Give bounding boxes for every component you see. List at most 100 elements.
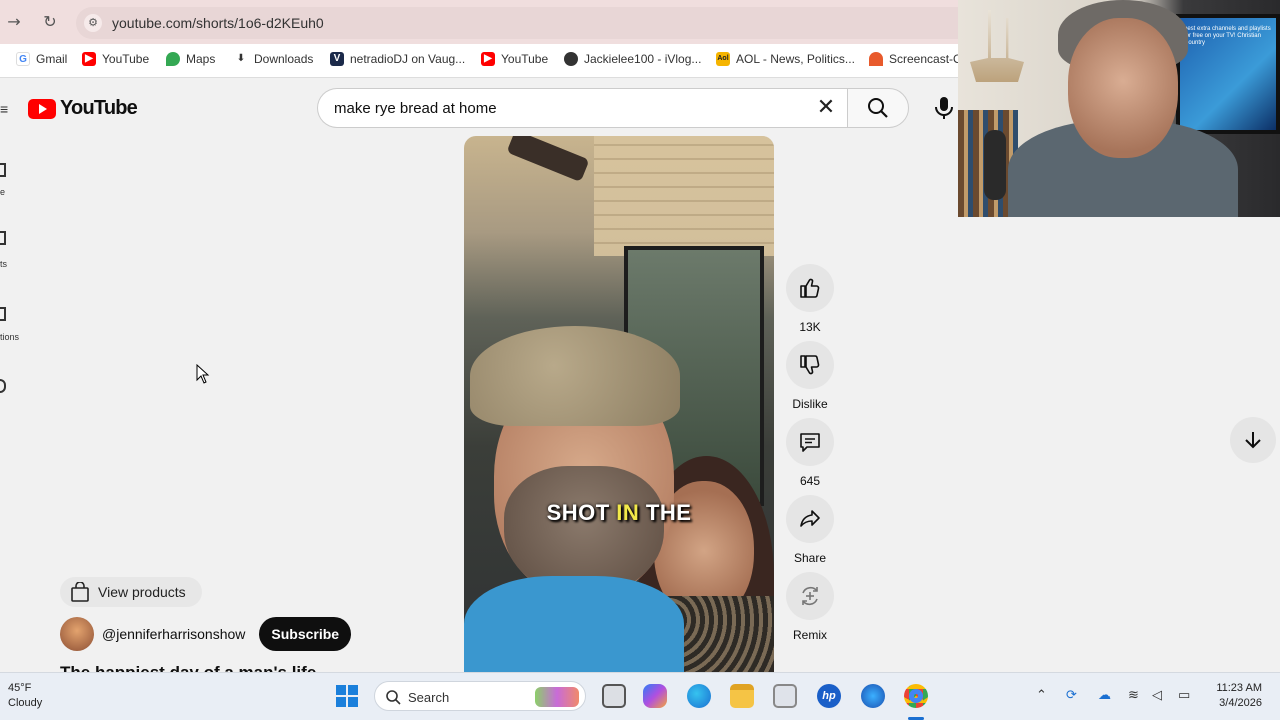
close-icon[interactable]: ✕ — [813, 95, 839, 120]
clock-time: 11:23 AM — [1216, 682, 1262, 694]
copilot-icon[interactable] — [643, 684, 667, 708]
remix-icon — [802, 586, 818, 606]
rail-label-subscriptions[interactable]: tions — [0, 332, 19, 342]
vaughn-icon: V — [330, 52, 344, 66]
view-products-button[interactable]: View products — [60, 577, 202, 607]
search-input[interactable]: make rye bread at home ✕ — [317, 88, 847, 128]
home-icon[interactable] — [0, 163, 6, 177]
chevron-up-icon[interactable]: ⌃ — [1036, 688, 1047, 703]
address-bar[interactable]: ⚙ youtube.com/shorts/1o6-d2KEuh0 — [76, 7, 976, 39]
bookmark-youtube-2[interactable]: ▶ YouTube — [481, 52, 548, 66]
search-icon — [868, 98, 888, 118]
like-count: 13K — [799, 320, 821, 334]
youtube-logo-text: YouTube — [60, 97, 138, 119]
thumbs-down-icon — [800, 355, 820, 375]
bookmark-youtube[interactable]: ▶ YouTube — [82, 52, 149, 66]
bookmark-label: YouTube — [102, 52, 150, 66]
youtube-play-icon — [28, 98, 56, 119]
rail-label-home[interactable]: e — [0, 187, 5, 197]
chrome-icon[interactable] — [904, 684, 928, 708]
search-query: make rye bread at home — [334, 100, 497, 117]
bookmark-netradiodj[interactable]: V netradioDJ on Vaug... — [330, 52, 465, 66]
wifi-icon[interactable]: ≋ — [1128, 688, 1139, 703]
channel-handle[interactable]: @jenniferharrisonshow — [102, 626, 245, 642]
comment-icon — [800, 433, 820, 452]
battery-icon[interactable]: ▭ — [1178, 688, 1190, 703]
bookmark-label: Gmail — [36, 52, 68, 66]
bookmark-label: AOL - News, Politics... — [736, 52, 855, 66]
search-button[interactable] — [847, 88, 909, 128]
menu-icon[interactable]: ≡ — [0, 101, 8, 117]
bookmark-downloads[interactable]: ⬇ Downloads — [234, 52, 314, 66]
shopping-bag-icon — [71, 582, 89, 602]
remix-label: Remix — [792, 628, 827, 642]
taskbar-clock[interactable]: 11:23 AM 3/4/2026 — [1200, 681, 1262, 711]
screen: → ↻ ⚙ youtube.com/shorts/1o6-d2KEuh0 G G… — [0, 0, 1280, 720]
task-view-icon[interactable] — [602, 684, 626, 708]
bookmark-label: Downloads — [254, 52, 314, 66]
youtube-icon: ▶ — [481, 52, 495, 66]
youtube-logo[interactable]: YouTube — [28, 97, 138, 120]
avatar[interactable] — [60, 617, 94, 651]
taskbar: 45°F Cloudy Search hp ⌃ ⟳ ☁ ≋ ◁ ▭ 11:23 … — [0, 672, 1280, 720]
weather-condition: Cloudy — [8, 697, 43, 709]
cloud-icon[interactable]: ☁ — [1098, 688, 1111, 703]
share-button[interactable]: Share — [786, 495, 834, 565]
download-icon: ⬇ — [236, 53, 246, 64]
you-icon[interactable] — [0, 379, 6, 393]
reload-icon[interactable]: ↻ — [40, 12, 60, 31]
maps-icon — [166, 52, 180, 66]
windows-start-icon[interactable] — [335, 684, 359, 708]
like-button[interactable]: 13K — [786, 264, 834, 334]
voice-search-button[interactable] — [930, 96, 958, 120]
dislike-label: Dislike — [792, 397, 828, 411]
hp-icon[interactable]: hp — [817, 684, 841, 708]
forward-icon[interactable]: → — [4, 12, 24, 31]
share-label: Share — [793, 551, 827, 565]
taskbar-search[interactable]: Search — [374, 681, 586, 711]
speaker-icon[interactable]: ◁ — [1152, 688, 1162, 703]
video-frame — [594, 136, 774, 256]
youtube-icon: ▶ — [82, 52, 96, 66]
subscriptions-icon[interactable] — [0, 307, 6, 321]
bookmark-jackielee[interactable]: Jackielee100 - iVlog... — [564, 52, 701, 66]
sync-icon[interactable]: ⟳ — [1066, 688, 1077, 703]
comments-button[interactable]: 645 — [786, 418, 834, 488]
search-highlight-icon — [535, 687, 579, 707]
weather-widget[interactable]: 45°F Cloudy — [8, 681, 42, 711]
video-frame — [464, 576, 684, 672]
shorts-icon[interactable] — [0, 231, 6, 245]
edge-icon[interactable] — [687, 684, 711, 708]
weather-temp: 45°F — [8, 682, 32, 694]
globe-icon — [564, 52, 578, 66]
thumbs-up-icon — [800, 278, 820, 298]
bookmark-label: Screencast-O — [889, 52, 963, 66]
bookmark-screencast[interactable]: Screencast-O — [869, 52, 962, 66]
google-icon: G — [16, 52, 30, 66]
screencast-icon — [869, 52, 883, 66]
microphone-icon — [935, 97, 953, 119]
bookmark-aol[interactable]: Aol AOL - News, Politics... — [716, 52, 855, 66]
rail-label-shorts[interactable]: ts — [0, 259, 7, 269]
bookmark-label: Jackielee100 - iVlog... — [584, 52, 702, 66]
arrow-down-icon — [1245, 432, 1261, 449]
person-image — [1068, 18, 1178, 158]
video-frame — [506, 136, 590, 183]
site-info-icon[interactable]: ⚙ — [84, 14, 102, 32]
bookmark-label: YouTube — [501, 52, 549, 66]
subscribe-button[interactable]: Subscribe — [259, 617, 352, 651]
video-frame — [470, 326, 680, 426]
webcam-overlay: best extra channels and playlists for fr… — [958, 0, 1280, 217]
store-icon[interactable] — [773, 684, 797, 708]
remix-button[interactable]: Remix — [786, 572, 834, 642]
dislike-button[interactable]: Dislike — [786, 341, 834, 411]
mouse-cursor-icon — [196, 364, 210, 384]
bookmark-label: Maps — [186, 52, 216, 66]
bookmark-gmail[interactable]: G Gmail — [16, 52, 67, 66]
short-video-player[interactable]: SHOT IN THE — [464, 136, 774, 672]
app-icon[interactable] — [861, 684, 885, 708]
file-explorer-icon[interactable] — [730, 684, 754, 708]
video-caption: SHOT IN THE — [546, 500, 692, 525]
next-short-button[interactable] — [1230, 417, 1276, 463]
bookmark-maps[interactable]: Maps — [166, 52, 215, 66]
